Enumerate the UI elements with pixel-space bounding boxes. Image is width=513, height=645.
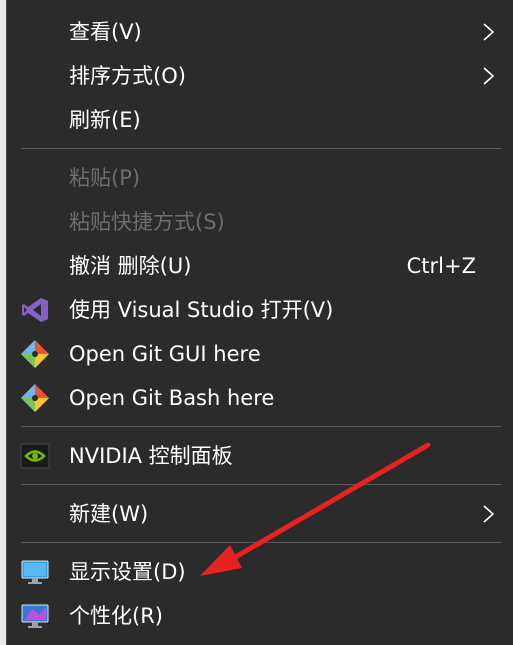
menu-item-label: Open Git Bash here bbox=[69, 386, 275, 410]
git-icon bbox=[21, 384, 49, 412]
menu-item-open-visual-studio[interactable]: 使用 Visual Studio 打开(V) bbox=[7, 288, 513, 332]
menu-item-label: 刷新(E) bbox=[69, 108, 141, 132]
menu-item-label: 新建(W) bbox=[69, 502, 149, 526]
menu-item-nvidia-control-panel[interactable]: NVIDIA 控制面板 bbox=[7, 434, 513, 478]
menu-item-label: 撤消 删除(U) bbox=[69, 254, 192, 278]
menu-separator bbox=[21, 148, 501, 149]
menu-item-paste: 粘贴(P) bbox=[7, 156, 513, 200]
menu-item-label: 查看(V) bbox=[69, 20, 142, 44]
desktop-context-menu: 查看(V) 排序方式(O) 刷新(E) 粘贴(P) 粘贴快捷方式(S) 撤消 删… bbox=[6, 0, 513, 645]
menu-item-label: 粘贴快捷方式(S) bbox=[69, 210, 225, 234]
chevron-right-icon bbox=[483, 67, 495, 85]
menu-item-new[interactable]: 新建(W) bbox=[7, 492, 513, 536]
menu-item-paste-shortcut: 粘贴快捷方式(S) bbox=[7, 200, 513, 244]
nvidia-icon bbox=[20, 443, 50, 469]
personalize-icon bbox=[21, 604, 49, 628]
menu-item-display-settings[interactable]: 显示设置(D) bbox=[7, 550, 513, 594]
visual-studio-icon bbox=[22, 298, 48, 322]
menu-item-label: 排序方式(O) bbox=[69, 64, 186, 88]
menu-item-personalize[interactable]: 个性化(R) bbox=[7, 594, 513, 638]
menu-item-label: 显示设置(D) bbox=[69, 560, 186, 584]
menu-item-label: Open Git GUI here bbox=[69, 342, 261, 366]
menu-item-undo-delete[interactable]: 撤消 删除(U) Ctrl+Z bbox=[7, 244, 513, 288]
menu-item-sort-by[interactable]: 排序方式(O) bbox=[7, 54, 513, 98]
display-settings-icon bbox=[21, 560, 49, 584]
shortcut-hint: Ctrl+Z bbox=[406, 254, 476, 278]
menu-separator bbox=[21, 484, 501, 485]
menu-item-view[interactable]: 查看(V) bbox=[7, 10, 513, 54]
git-icon bbox=[21, 340, 49, 368]
chevron-right-icon bbox=[483, 23, 495, 41]
menu-item-label: 粘贴(P) bbox=[69, 166, 141, 190]
menu-item-open-git-bash[interactable]: Open Git Bash here bbox=[7, 376, 513, 420]
menu-item-label: NVIDIA 控制面板 bbox=[69, 444, 233, 468]
menu-item-open-git-gui[interactable]: Open Git GUI here bbox=[7, 332, 513, 376]
menu-item-label: 个性化(R) bbox=[69, 604, 163, 628]
menu-item-refresh[interactable]: 刷新(E) bbox=[7, 98, 513, 142]
menu-separator bbox=[21, 542, 501, 543]
menu-item-label: 使用 Visual Studio 打开(V) bbox=[69, 298, 334, 322]
chevron-right-icon bbox=[483, 505, 495, 523]
menu-separator bbox=[21, 426, 501, 427]
